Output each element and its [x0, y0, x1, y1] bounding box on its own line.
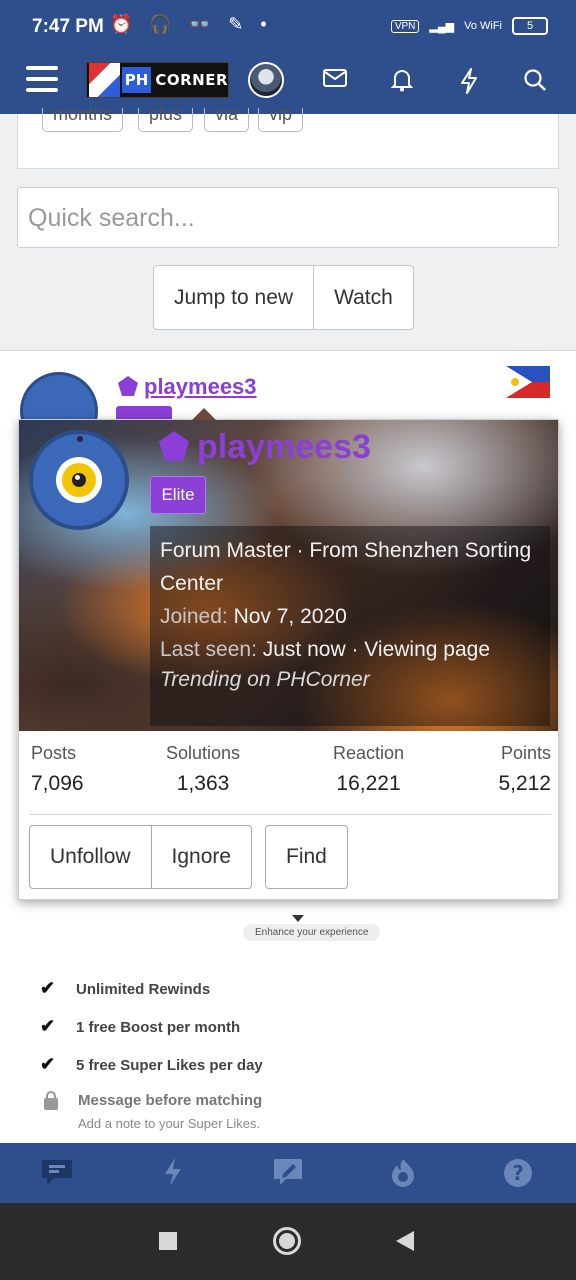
member-activity: Trending on PHCorner	[160, 668, 370, 691]
help-icon[interactable]: ?	[501, 1157, 535, 1189]
member-stats: Posts 7,096 Solutions 1,363 Reaction 16,221…	[29, 743, 551, 815]
feature-label: Unlimited Rewinds	[76, 981, 211, 998]
stat-reaction[interactable]: Reaction 16,221	[333, 743, 404, 796]
ad-locked-feature: Message before matching	[78, 1092, 263, 1109]
vpn-icon: VPN	[390, 19, 420, 33]
rank-icon	[159, 431, 189, 461]
tag-item[interactable]: plus	[138, 108, 194, 132]
compose-icon[interactable]	[271, 1157, 305, 1189]
unfollow-button[interactable]: Unfollow	[30, 826, 151, 888]
logo-cube-icon	[89, 63, 120, 97]
status-time: 7:47 PM	[32, 16, 104, 37]
watch-button[interactable]: Watch	[313, 266, 413, 329]
stat-value: 1,363	[176, 772, 230, 795]
check-icon: ✔	[40, 1054, 56, 1074]
last-seen-value: Just now · Viewing page	[262, 638, 490, 661]
stat-label: Solutions	[166, 743, 241, 763]
member-joined: Joined: Nov 7, 2020	[160, 600, 550, 633]
philippines-flag-icon	[506, 366, 550, 398]
back-icon[interactable]	[396, 1231, 414, 1251]
tag-item[interactable]: via	[204, 108, 250, 132]
recent-apps-icon[interactable]	[159, 1232, 177, 1250]
stat-value: 7,096	[31, 772, 84, 795]
member-info: Forum Master · From Shenzhen Sorting Cen…	[160, 534, 550, 694]
mail-icon[interactable]	[322, 68, 348, 94]
member-last-seen: Last seen: Just now · Viewing page	[160, 633, 550, 666]
quick-search-input[interactable]	[28, 198, 548, 238]
find-label: Find	[286, 845, 327, 868]
find-button[interactable]: Find	[265, 825, 348, 922]
bolt-icon[interactable]	[156, 1157, 190, 1189]
evil-eye-icon	[56, 457, 102, 503]
status-bar: 7:47 PM ⏰ 🎧 👓 ✎ • VPN ▂▄▆ Vo WiFi 5	[0, 0, 576, 56]
thread-button-group: Jump to new Watch	[153, 265, 414, 330]
last-seen-label: Last seen:	[160, 638, 257, 661]
stat-label: Reaction	[333, 743, 405, 763]
stat-label: Posts	[31, 743, 77, 763]
feature-label: 1 free Boost per month	[76, 1019, 241, 1036]
member-avatar[interactable]	[29, 430, 129, 530]
lock-icon	[44, 1091, 58, 1110]
stat-label: Points	[500, 743, 551, 763]
post-author-name[interactable]: playmees3	[118, 374, 257, 400]
member-name[interactable]: playmees3	[159, 428, 371, 467]
battery-icon: 5	[512, 17, 548, 35]
bell-icon[interactable]	[389, 68, 415, 94]
android-nav-bar	[0, 1203, 576, 1280]
avatar-pin	[77, 436, 83, 442]
elite-badge: Elite	[150, 476, 206, 514]
ad-locked-note: Add a note to your Super Likes.	[78, 1116, 261, 1131]
quick-search-box	[17, 187, 559, 248]
fire-icon[interactable]	[386, 1157, 420, 1189]
status-right-group: VPN ▂▄▆ Vo WiFi 5	[390, 17, 548, 35]
svg-text:?: ?	[512, 1161, 524, 1185]
member-title: Forum Master · From Shenzhen Sorting Cen…	[160, 539, 532, 595]
user-avatar[interactable]	[248, 62, 284, 98]
follow-ignore-group: Unfollow Ignore	[29, 825, 253, 889]
joined-value: Nov 7, 2020	[233, 605, 347, 628]
tag-item[interactable]: vip	[258, 108, 304, 132]
ad-feature-item: ✔ 5 free Super Likes per day	[40, 1054, 263, 1075]
enhance-pill: Enhance your experience	[243, 924, 381, 941]
joined-label: Joined:	[160, 605, 228, 628]
ad-feature-item: ✔ 1 free Boost per month	[40, 1016, 240, 1037]
stat-points[interactable]: Points 5,212	[498, 743, 551, 796]
check-icon: ✔	[40, 978, 56, 998]
menu-icon[interactable]	[26, 66, 58, 94]
wifi-label: Vo WiFi	[464, 20, 502, 32]
jump-to-new-button[interactable]: Jump to new	[154, 266, 313, 329]
tag-item[interactable]: months	[42, 108, 124, 132]
chevron-down-icon	[292, 915, 304, 922]
signal-icon: ▂▄▆	[429, 20, 455, 33]
tag-list-card: months plus via vip	[17, 108, 559, 169]
chat-icon[interactable]	[40, 1157, 74, 1189]
stat-value: 5,212	[498, 772, 551, 795]
status-indicator-icons: ⏰ 🎧 👓 ✎ •	[110, 14, 273, 34]
member-username: playmees3	[197, 428, 371, 466]
post-author-username: playmees3	[144, 374, 257, 399]
tooltip-arrow	[192, 408, 216, 420]
logo-ph: PH	[121, 67, 152, 93]
stat-solutions[interactable]: Solutions 1,363	[166, 743, 240, 796]
member-tooltip: playmees3 Elite Forum Master · From Shen…	[18, 408, 559, 922]
check-icon: ✔	[40, 1016, 56, 1036]
rank-icon	[118, 376, 138, 396]
search-icon[interactable]	[522, 68, 548, 94]
site-logo[interactable]: PH CORNER	[86, 62, 229, 98]
profile-banner: playmees3 Elite Forum Master · From Shen…	[19, 420, 558, 731]
stat-posts[interactable]: Posts 7,096	[31, 743, 84, 796]
ignore-button[interactable]: Ignore	[150, 826, 252, 888]
bottom-nav: ?	[0, 1143, 576, 1203]
feature-label: 5 free Super Likes per day	[76, 1057, 263, 1074]
bolt-icon[interactable]	[456, 68, 482, 94]
logo-corner: CORNER	[155, 71, 228, 89]
home-icon[interactable]	[273, 1227, 301, 1255]
app-header: PH CORNER	[0, 56, 576, 114]
stat-value: 16,221	[336, 772, 401, 795]
ad-feature-item: ✔ Unlimited Rewinds	[40, 978, 210, 999]
